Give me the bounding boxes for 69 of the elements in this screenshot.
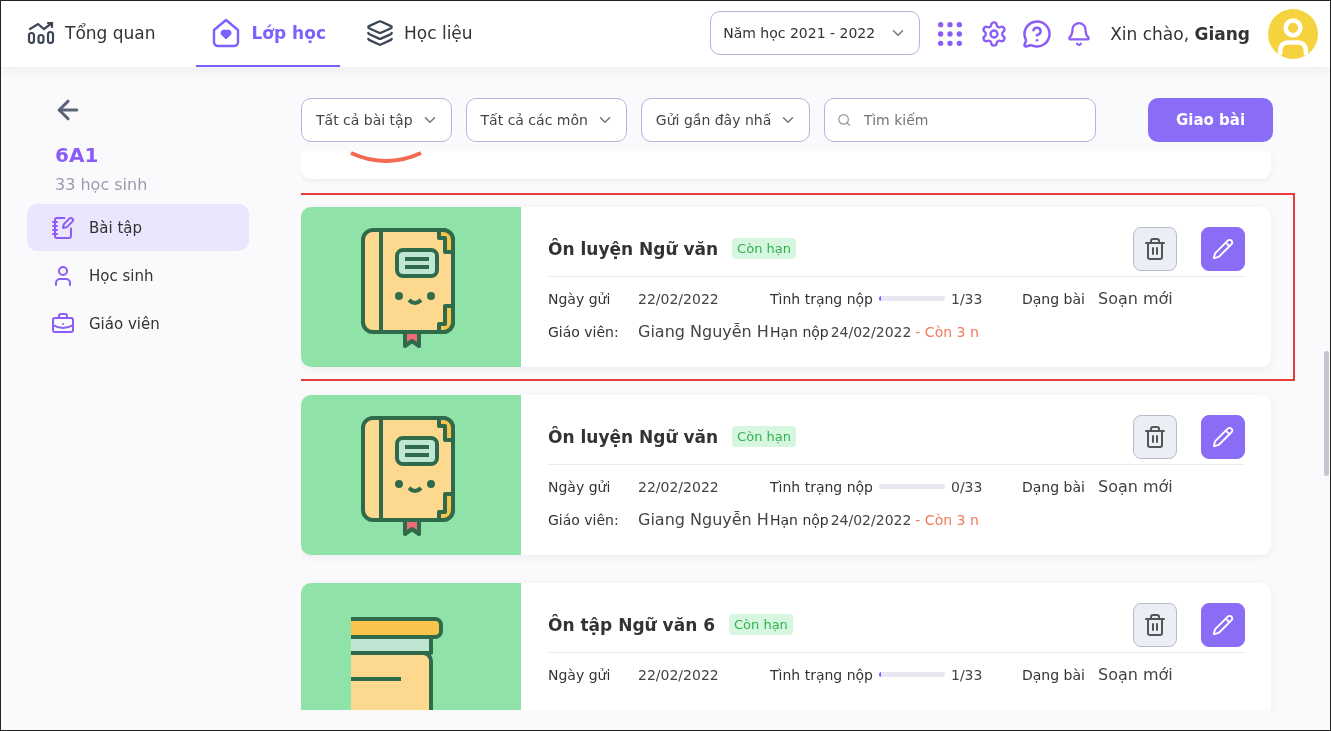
- year-select[interactable]: Năm học 2021 - 2022: [710, 11, 921, 55]
- due-date: 24/02/2022: [830, 323, 912, 340]
- field-label: Hạn nộp: [770, 323, 829, 340]
- sent-date: 22/02/2022: [638, 666, 720, 683]
- submission-count: 0/33: [951, 478, 983, 495]
- edit-button[interactable]: [1201, 414, 1245, 459]
- field-label: Dạng bài: [1022, 290, 1086, 307]
- field-label: Ngày gửi: [548, 478, 612, 495]
- search-icon: [837, 112, 852, 128]
- status-badge: Còn hạn: [732, 426, 796, 447]
- layers-icon: [366, 19, 394, 47]
- pencil-icon: [1212, 425, 1234, 448]
- sidebar-item[interactable]: Bài tập: [27, 204, 249, 251]
- field-label: Giáo viên:: [548, 511, 620, 528]
- trash-icon: [1143, 236, 1167, 261]
- assignment-type: Soạn mới: [1098, 477, 1174, 496]
- assignment-title: Ôn tập Ngữ văn 6: [548, 614, 715, 635]
- briefcase-icon: [51, 311, 75, 336]
- field-label: Ngày gửi: [548, 666, 612, 683]
- assignment-title: Ôn luyện Ngữ văn: [548, 426, 719, 447]
- notebook-icon: [51, 215, 75, 240]
- trash-icon: [1143, 424, 1167, 449]
- field-label: Dạng bài: [1022, 666, 1086, 683]
- delete-button[interactable]: [1133, 226, 1177, 271]
- teacher-name: Giang Nguyễn H: [638, 510, 770, 529]
- status-badge: Còn hạn: [729, 614, 793, 635]
- assignment-title: Ôn luyện Ngữ văn: [548, 238, 719, 259]
- greeting-text: Xin chào, Giang: [1110, 24, 1250, 44]
- submission-count: 1/33: [951, 666, 983, 683]
- class-name: 6A1: [55, 143, 100, 167]
- field-label: Hạn nộp: [770, 511, 829, 528]
- nav-tab[interactable]: Tổng quan: [27, 1, 170, 67]
- progress-track: [879, 484, 945, 489]
- field-label: Tình trạng nộp: [770, 666, 873, 683]
- filter-dropdown[interactable]: Tất cả các môn: [465, 98, 627, 142]
- filter-dropdown[interactable]: Tất cả bài tập: [301, 98, 452, 142]
- student-count: 33 học sinh: [55, 175, 149, 194]
- nav-tab[interactable]: Lớp học: [195, 1, 340, 67]
- submission-count: 1/33: [951, 290, 983, 307]
- field-label: Tình trạng nộp: [770, 478, 873, 495]
- delete-button[interactable]: [1133, 602, 1177, 647]
- remaining-time: - Còn 3 n: [915, 511, 979, 528]
- search-input[interactable]: Tìm kiếm: [861, 111, 1084, 129]
- status-badge: Còn hạn: [732, 238, 796, 259]
- search-field[interactable]: Tìm kiếm: [824, 98, 1097, 142]
- sent-date: 22/02/2022: [638, 478, 720, 495]
- chart-icon: [27, 21, 55, 45]
- edit-button[interactable]: [1201, 602, 1245, 647]
- assignment-type: Soạn mới: [1098, 665, 1174, 684]
- sidebar-item[interactable]: Học sinh: [27, 252, 249, 299]
- filter-dropdown[interactable]: Gửi gần đây nhấ: [640, 98, 811, 142]
- assignment-type: Soạn mới: [1098, 289, 1174, 308]
- sidebar-item[interactable]: Giáo viên: [27, 300, 249, 347]
- field-label: Ngày gửi: [548, 290, 612, 307]
- due-date: 24/02/2022: [830, 511, 912, 528]
- sent-date: 22/02/2022: [638, 290, 720, 307]
- field-label: Giáo viên:: [548, 323, 620, 340]
- field-label: Dạng bài: [1022, 478, 1086, 495]
- scrollbar-thumb[interactable]: [1324, 351, 1329, 476]
- trash-icon: [1143, 612, 1167, 637]
- pencil-icon: [1212, 613, 1234, 636]
- edit-button[interactable]: [1201, 226, 1245, 271]
- pencil-icon: [1212, 237, 1234, 260]
- delete-button[interactable]: [1133, 414, 1177, 459]
- field-label: Tình trạng nộp: [770, 290, 873, 307]
- teacher-name: Giang Nguyễn H: [638, 322, 770, 341]
- assign-button[interactable]: Giao bài: [1148, 98, 1273, 142]
- nav-tab[interactable]: Học liệu: [352, 1, 487, 67]
- remaining-time: - Còn 3 n: [915, 323, 979, 340]
